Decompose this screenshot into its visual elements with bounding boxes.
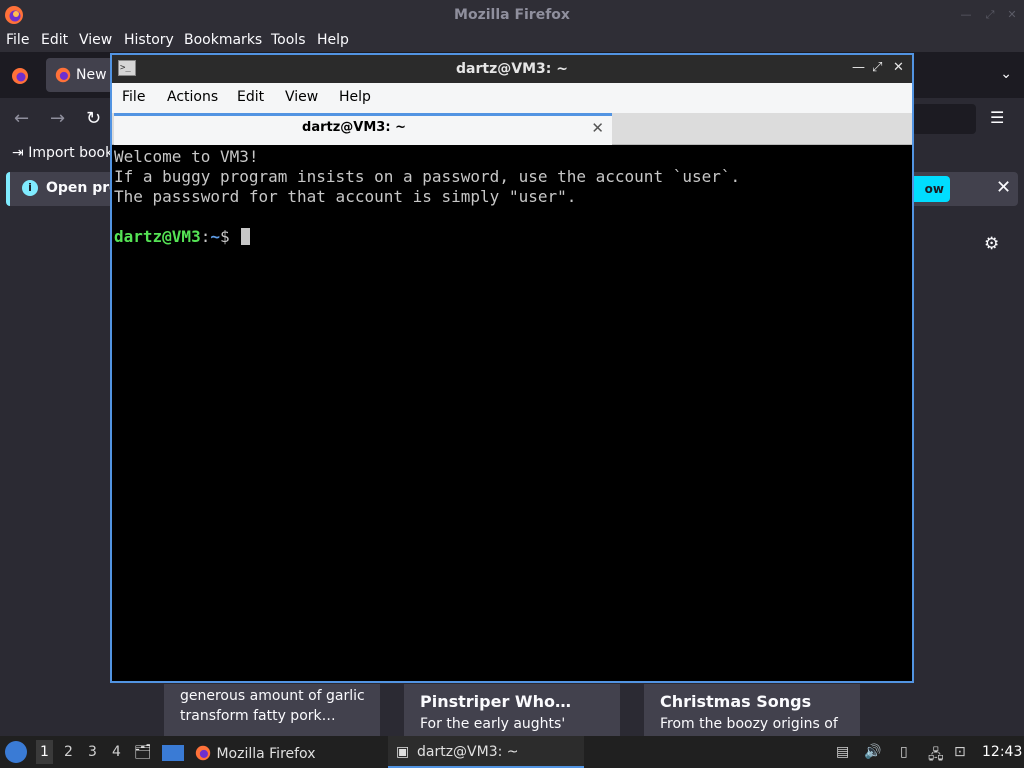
info-icon: i xyxy=(22,180,38,196)
notification-action-button[interactable]: ow xyxy=(910,176,950,202)
prompt-symbol: $ xyxy=(219,227,240,246)
terminal-tabbar: dartz@VM3: ~ ✕ xyxy=(112,113,912,145)
prompt-user: dartz@VM3 xyxy=(114,227,201,246)
task-firefox[interactable]: Mozilla Firefox xyxy=(194,744,315,762)
menu-help[interactable]: Help xyxy=(317,32,349,48)
show-desktop-icon[interactable] xyxy=(162,745,184,761)
close-tab-icon[interactable]: ✕ xyxy=(591,119,604,137)
gear-icon[interactable]: ⚙ xyxy=(984,234,999,254)
menu-help[interactable]: Help xyxy=(339,89,371,105)
minimize-icon[interactable]: — xyxy=(852,60,865,75)
taskbar: 1 2 3 4 🗂 Mozilla Firefox ▣ dartz@VM3: ~… xyxy=(0,736,1024,768)
clock[interactable]: 12:43 xyxy=(982,744,1022,760)
minimize-icon[interactable]: — xyxy=(958,7,974,23)
back-icon[interactable]: ← xyxy=(14,108,29,129)
task-label: dartz@VM3: ~ xyxy=(417,744,519,760)
firefox-icon xyxy=(55,67,71,83)
tab-label: New xyxy=(76,67,107,83)
output-line: Welcome to VM3! xyxy=(114,147,259,166)
import-bookmarks-label: Import book xyxy=(28,145,114,161)
prompt-separator: : xyxy=(200,227,211,246)
reload-icon[interactable]: ↻ xyxy=(86,108,101,129)
import-bookmarks-button[interactable]: ⇥ Import book xyxy=(12,145,113,161)
task-terminal[interactable]: ▣ dartz@VM3: ~ xyxy=(388,736,584,768)
menu-history[interactable]: History xyxy=(124,32,174,48)
menu-tools[interactable]: Tools xyxy=(271,32,306,48)
text-cursor xyxy=(241,228,251,245)
task-label: Mozilla Firefox xyxy=(216,746,316,762)
output-line: If a buggy program insists on a password… xyxy=(114,167,741,186)
forward-icon[interactable]: → xyxy=(50,108,65,129)
volume-icon[interactable]: 🔊 xyxy=(864,744,881,760)
terminal-menubar: File Actions Edit View Help xyxy=(112,83,912,113)
start-menu-icon[interactable] xyxy=(5,741,27,763)
maximize-icon[interactable]: ⤢ xyxy=(872,60,882,75)
workspace-2[interactable]: 2 xyxy=(64,744,73,760)
chevron-down-icon[interactable]: ⌄ xyxy=(1000,66,1012,82)
notification-text: Open pre xyxy=(46,180,119,196)
firefox-titlebar: Mozilla Firefox — ⤢ ✕ xyxy=(0,0,1024,30)
terminal-icon: ▣ xyxy=(396,744,410,760)
close-icon[interactable]: ✕ xyxy=(996,177,1011,198)
terminal-titlebar[interactable]: >_ dartz@VM3: ~ — ⤢ ✕ xyxy=(112,55,912,83)
prompt-path: ~ xyxy=(210,227,220,246)
menu-view[interactable]: View xyxy=(285,89,318,105)
maximize-icon[interactable]: ⤢ xyxy=(982,7,998,23)
tab-label: dartz@VM3: ~ xyxy=(302,120,406,135)
menu-bookmarks[interactable]: Bookmarks xyxy=(184,32,262,48)
story-desc: From the boozy origins of xyxy=(660,716,838,732)
menu-edit[interactable]: Edit xyxy=(41,32,68,48)
terminal-window[interactable]: >_ dartz@VM3: ~ — ⤢ ✕ File Actions Edit … xyxy=(110,53,914,683)
story-title: Christmas Songs xyxy=(660,692,812,711)
workspace-1[interactable]: 1 xyxy=(36,740,53,764)
file-manager-icon[interactable]: 🗂 xyxy=(134,744,152,760)
story-title: Pinstriper Who… xyxy=(420,692,571,711)
firefox-icon xyxy=(195,745,211,761)
notes-icon[interactable]: ▯ xyxy=(900,744,908,760)
workspace-4[interactable]: 4 xyxy=(112,744,121,760)
story-card[interactable]: Pinstriper Who… For the early aughts' xyxy=(404,684,620,736)
firefox-view-icon[interactable] xyxy=(10,66,30,86)
close-icon[interactable]: ✕ xyxy=(893,60,904,75)
menu-file[interactable]: File xyxy=(122,89,145,105)
story-desc: transform fatty pork… xyxy=(180,708,336,724)
terminal-output[interactable]: Welcome to VM3! If a buggy program insis… xyxy=(114,147,910,679)
story-card[interactable]: generous amount of garlic transform fatt… xyxy=(164,684,380,736)
terminal-title: dartz@VM3: ~ xyxy=(456,61,568,77)
close-icon[interactable]: ✕ xyxy=(1004,7,1020,23)
workspace-3[interactable]: 3 xyxy=(88,744,97,760)
network-icon[interactable]: 🖧 xyxy=(928,744,944,768)
window-title: Mozilla Firefox xyxy=(454,7,570,23)
menu-icon[interactable]: ☰ xyxy=(990,108,1004,127)
menu-edit[interactable]: Edit xyxy=(237,89,264,105)
story-desc: For the early aughts' xyxy=(420,716,566,732)
url-bar[interactable] xyxy=(912,104,976,134)
output-line: The passsword for that account is simply… xyxy=(114,187,577,206)
menu-actions[interactable]: Actions xyxy=(167,89,218,105)
story-desc: generous amount of garlic xyxy=(180,688,365,704)
story-card[interactable]: Christmas Songs From the boozy origins o… xyxy=(644,684,860,736)
tab-terminal[interactable]: dartz@VM3: ~ ✕ xyxy=(114,113,612,145)
menu-file[interactable]: File xyxy=(6,32,29,48)
clipboard-icon[interactable]: ▤ xyxy=(836,744,849,760)
update-icon[interactable]: ⊡ xyxy=(954,744,966,760)
menu-view[interactable]: View xyxy=(79,32,112,48)
firefox-menubar: File Edit View History Bookmarks Tools H… xyxy=(0,30,1024,52)
prompt-line[interactable]: dartz@VM3:~$ xyxy=(114,227,910,247)
